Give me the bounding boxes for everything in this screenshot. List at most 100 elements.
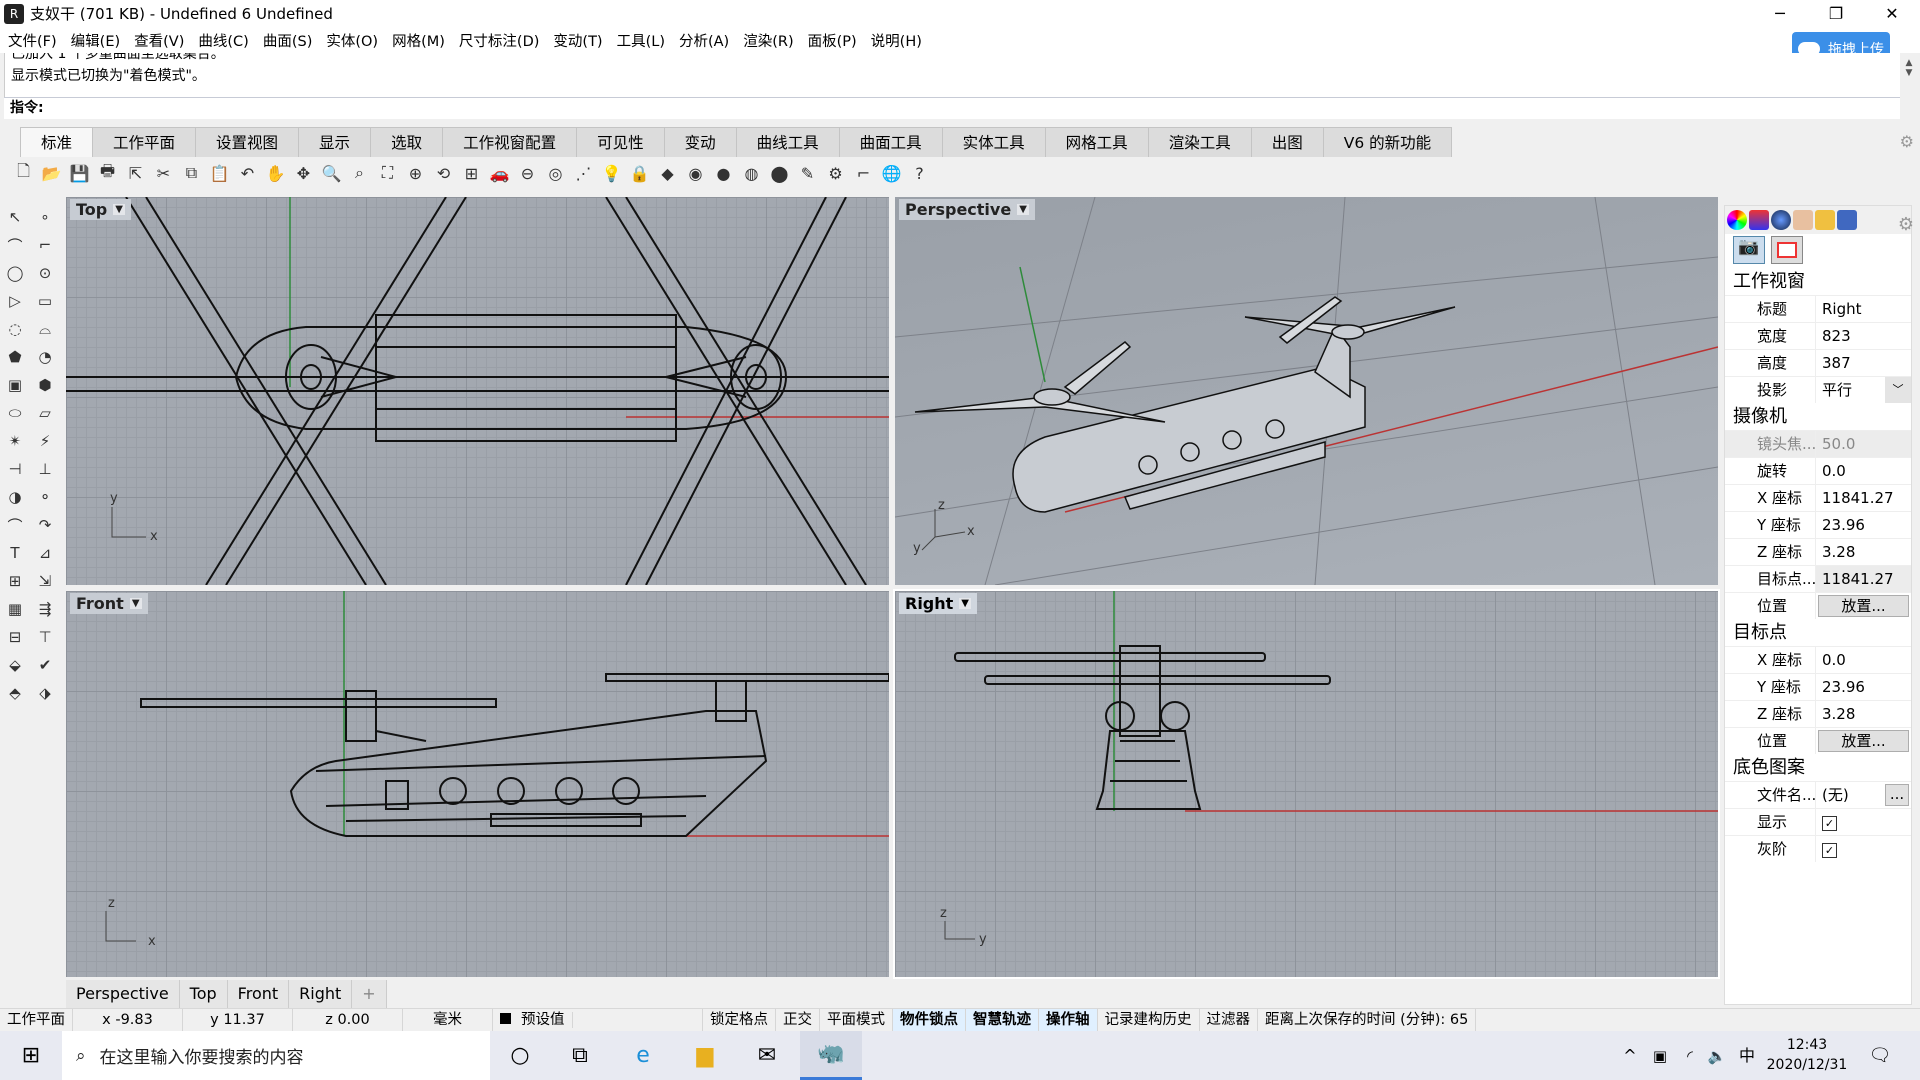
status-toggle[interactable]: 过滤器 bbox=[1200, 1009, 1258, 1031]
tool-icon[interactable]: ⇲ bbox=[32, 569, 58, 593]
paste-icon[interactable]: 📋 bbox=[208, 162, 231, 185]
dropdown-arrow-icon[interactable]: ▼ bbox=[959, 598, 971, 609]
help-icon[interactable] bbox=[1837, 210, 1857, 230]
tool-icon[interactable]: ⊣ bbox=[2, 457, 28, 481]
viewport-layout-icon[interactable]: ⊞ bbox=[460, 162, 483, 185]
tool-icon[interactable]: ⊿ bbox=[32, 541, 58, 565]
panel-gear-icon[interactable]: ⚙ bbox=[1898, 214, 1914, 235]
taskbar-search[interactable]: ⌕ 在这里输入你要搜索的内容 bbox=[62, 1031, 490, 1080]
target-icon[interactable]: ◎ bbox=[544, 162, 567, 185]
tool-icon[interactable]: ⬭ bbox=[2, 401, 28, 425]
tab-13[interactable]: 出图 bbox=[1250, 127, 1324, 157]
material-icon[interactable] bbox=[1749, 210, 1769, 230]
tool-icon[interactable]: ▱ bbox=[32, 401, 58, 425]
tool-icon[interactable]: T bbox=[2, 541, 28, 565]
tool-icon[interactable]: ∘ bbox=[32, 205, 58, 229]
menu-item[interactable]: 文件(F) bbox=[8, 30, 57, 51]
tool-icon[interactable]: ⬘ bbox=[2, 681, 28, 705]
tool-icon[interactable]: ⬢ bbox=[32, 373, 58, 397]
menu-item[interactable]: 渲染(R) bbox=[743, 30, 793, 51]
tool-icon[interactable]: ⌐ bbox=[32, 233, 58, 257]
tool-icon[interactable]: ⊙ bbox=[32, 261, 58, 285]
tool-icon[interactable]: ⊥ bbox=[32, 457, 58, 481]
tab-4[interactable]: 选取 bbox=[370, 127, 444, 157]
projection-select[interactable]: 平行 ﹀ bbox=[1815, 377, 1911, 403]
tool-icon[interactable]: ⬗ bbox=[32, 681, 58, 705]
menu-item[interactable]: 尺寸标注(D) bbox=[459, 30, 539, 51]
dimension-icon[interactable]: ⌐ bbox=[852, 162, 875, 185]
tab-2[interactable]: 设置视图 bbox=[195, 127, 300, 157]
status-toggle[interactable]: 正交 bbox=[776, 1009, 820, 1031]
restore-button[interactable]: ❐ bbox=[1808, 0, 1864, 27]
tool-icon[interactable]: ◯ bbox=[2, 261, 28, 285]
tool-icon[interactable]: ⊞ bbox=[2, 569, 28, 593]
tool-icon[interactable]: ⬙ bbox=[2, 653, 28, 677]
edge-icon[interactable]: e bbox=[628, 1041, 658, 1071]
tab-8[interactable]: 曲线工具 bbox=[735, 127, 840, 157]
wifi-icon[interactable]: ◜ bbox=[1675, 1041, 1705, 1071]
car-icon[interactable]: 🚗 bbox=[488, 162, 511, 185]
viewport-tab[interactable]: Right bbox=[289, 980, 353, 1008]
dropdown-arrow-icon[interactable]: ▼ bbox=[113, 204, 125, 215]
tool-icon[interactable]: ▣ bbox=[2, 373, 28, 397]
tab-12[interactable]: 渲染工具 bbox=[1147, 127, 1252, 157]
rotate-icon[interactable]: ⟲ bbox=[432, 162, 455, 185]
menu-item[interactable]: 曲面(S) bbox=[263, 30, 313, 51]
cortana-icon[interactable]: ○ bbox=[505, 1041, 535, 1071]
tool-icon[interactable]: ◑ bbox=[2, 485, 28, 509]
tool-icon[interactable]: ◌ bbox=[2, 317, 28, 341]
light-bulb-icon[interactable]: 💡 bbox=[600, 162, 623, 185]
tab-0[interactable]: 标准 bbox=[20, 127, 94, 157]
status-toggle[interactable]: 操作轴 bbox=[1039, 1009, 1098, 1031]
tab-14[interactable]: V6 的新功能 bbox=[1322, 127, 1453, 157]
tab-9[interactable]: 曲面工具 bbox=[838, 127, 943, 157]
place-target-button[interactable]: 放置... bbox=[1818, 730, 1909, 752]
menu-item[interactable]: 变动(T) bbox=[553, 30, 602, 51]
history-scrollbar[interactable]: ▲ ▼ bbox=[1902, 58, 1916, 78]
viewport-top[interactable]: y x Top ▼ bbox=[66, 197, 889, 585]
rhino-taskbar-icon[interactable]: 🦏 bbox=[800, 1031, 862, 1080]
windows-start-icon[interactable]: ⊞ bbox=[16, 1041, 46, 1071]
status-toggle[interactable]: 记录建构历史 bbox=[1098, 1009, 1200, 1031]
viewport-frame-icon[interactable] bbox=[1771, 236, 1803, 264]
network-status-icon[interactable]: ▣ bbox=[1645, 1041, 1675, 1071]
show-checkbox[interactable]: ✓ bbox=[1822, 816, 1837, 831]
brush-icon[interactable] bbox=[1793, 210, 1813, 230]
tool-icon[interactable]: ▭ bbox=[32, 289, 58, 313]
viewport-label-front[interactable]: Front ▼ bbox=[70, 593, 148, 614]
tool-icon[interactable]: ↖ bbox=[2, 205, 28, 229]
viewport-label-perspective[interactable]: Perspective ▼ bbox=[899, 199, 1035, 220]
tool-icon[interactable]: ▦ bbox=[2, 597, 28, 621]
menu-item[interactable]: 工具(L) bbox=[617, 30, 665, 51]
pan-hand-icon[interactable]: ✋ bbox=[264, 162, 287, 185]
tool-icon[interactable]: ⚡ bbox=[32, 429, 58, 453]
viewport-front[interactable]: z x Front ▼ bbox=[66, 591, 889, 977]
viewport-label-top[interactable]: Top ▼ bbox=[70, 199, 131, 220]
tool-icon[interactable]: ⌒ bbox=[2, 233, 28, 257]
snap-icon[interactable]: ⋰ bbox=[572, 162, 595, 185]
zoom-extents-icon[interactable]: ⛶ bbox=[376, 162, 399, 185]
copy-icon[interactable]: ⧉ bbox=[180, 162, 203, 185]
tool-icon[interactable]: ⊟ bbox=[2, 625, 28, 649]
notification-icon[interactable]: 🗨 bbox=[1865, 1041, 1895, 1071]
cut-icon[interactable]: ✂ bbox=[152, 162, 175, 185]
file-explorer-icon[interactable]: ▆ bbox=[690, 1041, 720, 1071]
dropdown-arrow-icon[interactable]: ▼ bbox=[129, 598, 142, 609]
status-toggle[interactable]: 物件锁点 bbox=[893, 1009, 966, 1031]
folder-icon[interactable] bbox=[1815, 210, 1835, 230]
tab-5[interactable]: 工作视窗配置 bbox=[442, 127, 578, 157]
pen-icon[interactable]: ✎ bbox=[796, 162, 819, 185]
blue-sphere-icon[interactable]: ⬤ bbox=[768, 162, 791, 185]
menu-item[interactable]: 分析(A) bbox=[679, 30, 729, 51]
viewport-tab[interactable]: Front bbox=[227, 980, 290, 1008]
undo-icon[interactable]: ↶ bbox=[236, 162, 259, 185]
zoom-icon[interactable]: 🔍 bbox=[320, 162, 343, 185]
tool-icon[interactable]: ⌒ bbox=[2, 513, 28, 537]
zoom-window-icon[interactable]: ⌕ bbox=[348, 162, 371, 185]
mail-icon[interactable]: ✉ bbox=[752, 1041, 782, 1071]
volume-icon[interactable]: 🔈 bbox=[1702, 1041, 1732, 1071]
tool-icon[interactable]: ◔ bbox=[32, 345, 58, 369]
chevron-down-icon[interactable]: ﹀ bbox=[1885, 377, 1911, 403]
tool-icon[interactable]: ⬟ bbox=[2, 345, 28, 369]
task-view-icon[interactable]: ⧉ bbox=[565, 1041, 595, 1071]
